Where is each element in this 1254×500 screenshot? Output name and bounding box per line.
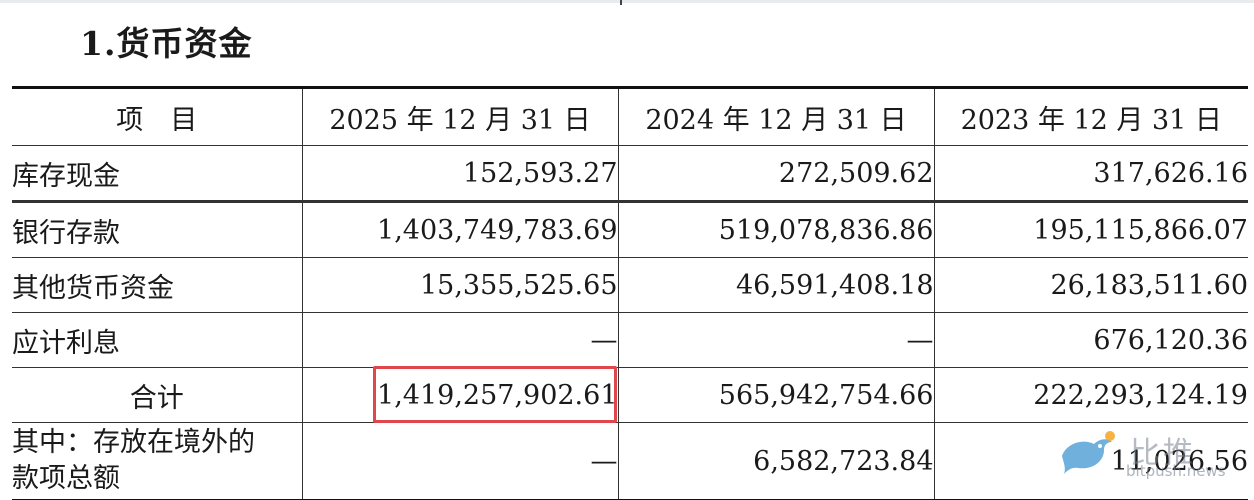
table-header-row: 项 目 2025 年 12 月 31 日 2024 年 12 月 31 日 20… bbox=[12, 86, 1248, 146]
bird-logo-icon bbox=[1062, 431, 1115, 474]
section-title: 1.货币资金 bbox=[80, 24, 253, 63]
cell-value: — bbox=[617, 312, 935, 368]
table-row: 银行存款 1,403,749,783.69 519,078,836.86 195… bbox=[12, 201, 1248, 258]
cell-value: 1,403,749,783.69 bbox=[301, 201, 619, 258]
cell-value: 15,355,525.65 bbox=[301, 257, 619, 313]
watermark-url: bitpush.news bbox=[1126, 462, 1226, 480]
header-item: 项 目 bbox=[12, 86, 303, 146]
cell-value: — bbox=[301, 312, 619, 368]
top-divider bbox=[0, 0, 1254, 3]
cell-value: — bbox=[301, 422, 619, 500]
cell-value: 519,078,836.86 bbox=[617, 201, 935, 258]
row-label: 银行存款 bbox=[12, 201, 303, 258]
cell-value: 565,942,754.66 bbox=[617, 367, 935, 423]
cell-value: 317,626.16 bbox=[933, 145, 1248, 203]
cell-value: 46,591,408.18 bbox=[617, 257, 935, 313]
cell-value: 6,582,723.84 bbox=[617, 422, 935, 500]
cell-value: 26,183,511.60 bbox=[933, 257, 1248, 313]
row-label: 其他货币资金 bbox=[12, 257, 303, 313]
cell-value: 222,293,124.19 bbox=[933, 367, 1248, 423]
total-label: 合计 bbox=[12, 367, 303, 423]
table-row: 应计利息 — — 676,120.36 bbox=[12, 312, 1248, 368]
header-2025: 2025 年 12 月 31 日 bbox=[301, 86, 619, 146]
row-label-line1: 其中：存放在境外的 bbox=[12, 427, 255, 458]
cell-value: 676,120.36 bbox=[933, 312, 1248, 368]
cell-value: 152,593.27 bbox=[301, 145, 619, 203]
row-label-line2: 款项总额 bbox=[12, 463, 120, 494]
header-2023: 2023 年 12 月 31 日 bbox=[933, 86, 1248, 146]
table-row: 其他货币资金 15,355,525.65 46,591,408.18 26,18… bbox=[12, 257, 1248, 313]
total-row: 合计 1,419,257,902.61 565,942,754.66 222,2… bbox=[12, 367, 1248, 423]
cell-value: 195,115,866.07 bbox=[933, 201, 1248, 258]
cell-value: 272,509.62 bbox=[617, 145, 935, 203]
row-label: 库存现金 bbox=[12, 145, 303, 203]
table-row: 库存现金 152,593.27 272,509.62 317,626.16 bbox=[12, 145, 1248, 203]
row-label: 应计利息 bbox=[12, 312, 303, 368]
header-2024: 2024 年 12 月 31 日 bbox=[617, 86, 935, 146]
watermark: 比推 bitpush.news bbox=[1056, 428, 1246, 494]
highlight-box bbox=[373, 366, 617, 423]
top-marker bbox=[620, 0, 622, 5]
row-label: 其中：存放在境外的 款项总额 bbox=[12, 422, 303, 500]
